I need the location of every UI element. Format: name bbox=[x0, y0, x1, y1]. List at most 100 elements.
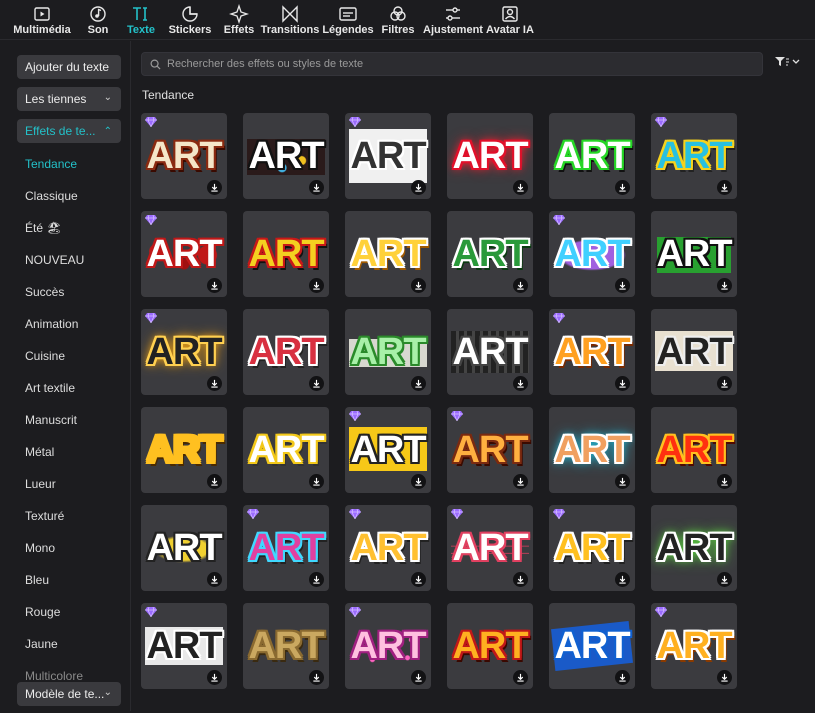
download-button[interactable] bbox=[411, 278, 426, 293]
download-button[interactable] bbox=[513, 670, 528, 685]
category-item[interactable]: Été 🏖 bbox=[25, 221, 62, 235]
text-effect-card[interactable]: ART bbox=[141, 309, 227, 395]
download-button[interactable] bbox=[207, 180, 222, 195]
category-item[interactable]: Multicolore bbox=[25, 669, 83, 683]
text-effect-card[interactable]: ART bbox=[345, 407, 431, 493]
category-item[interactable]: NOUVEAU bbox=[25, 253, 84, 267]
download-button[interactable] bbox=[513, 278, 528, 293]
text-effect-card[interactable]: ART bbox=[141, 113, 227, 199]
text-template-dropdown[interactable]: Modèle de te... ⌄ bbox=[17, 682, 121, 706]
text-effect-card[interactable]: ART bbox=[345, 309, 431, 395]
download-button[interactable] bbox=[309, 376, 324, 391]
download-button[interactable] bbox=[309, 572, 324, 587]
text-effect-card[interactable]: ART bbox=[447, 603, 533, 689]
text-effect-card[interactable]: ART bbox=[549, 211, 635, 297]
category-item[interactable]: Texturé bbox=[25, 509, 64, 523]
text-effect-card[interactable]: ART bbox=[345, 505, 431, 591]
tab-multimédia[interactable]: Multimédia bbox=[8, 0, 76, 40]
download-button[interactable] bbox=[207, 474, 222, 489]
tab-ajustement[interactable]: Ajustement bbox=[420, 0, 486, 40]
add-text-button[interactable]: Ajouter du texte bbox=[17, 55, 121, 79]
category-item[interactable]: Animation bbox=[25, 317, 78, 331]
download-button[interactable] bbox=[411, 572, 426, 587]
text-effect-card[interactable]: ART bbox=[141, 407, 227, 493]
download-button[interactable] bbox=[615, 180, 630, 195]
text-effect-card[interactable]: ART bbox=[141, 505, 227, 591]
download-button[interactable] bbox=[513, 180, 528, 195]
text-effect-card[interactable]: ART bbox=[447, 113, 533, 199]
tab-texte[interactable]: Texte bbox=[120, 0, 162, 40]
search-input[interactable] bbox=[167, 58, 747, 70]
text-effect-card[interactable]: ART bbox=[549, 309, 635, 395]
download-button[interactable] bbox=[717, 670, 732, 685]
download-button[interactable] bbox=[615, 474, 630, 489]
text-effect-card[interactable]: ART bbox=[651, 505, 737, 591]
download-button[interactable] bbox=[207, 376, 222, 391]
category-item[interactable]: Lueur bbox=[25, 477, 56, 491]
text-effect-card[interactable]: ART bbox=[243, 211, 329, 297]
tab-effets[interactable]: Effets bbox=[218, 0, 260, 40]
tab-son[interactable]: Son bbox=[76, 0, 120, 40]
download-button[interactable] bbox=[309, 180, 324, 195]
category-item[interactable]: Mono bbox=[25, 541, 55, 555]
text-effect-card[interactable]: ART bbox=[243, 113, 329, 199]
download-button[interactable] bbox=[717, 474, 732, 489]
category-item[interactable]: Cuisine bbox=[25, 349, 65, 363]
text-effect-card[interactable]: ART bbox=[549, 113, 635, 199]
text-effect-card[interactable]: ART bbox=[345, 211, 431, 297]
download-button[interactable] bbox=[207, 572, 222, 587]
download-button[interactable] bbox=[207, 278, 222, 293]
download-button[interactable] bbox=[513, 572, 528, 587]
text-effect-card[interactable]: ART bbox=[651, 211, 737, 297]
tab-légendes[interactable]: Légendes bbox=[320, 0, 376, 40]
search-bar[interactable] bbox=[141, 52, 763, 76]
category-item[interactable]: Classique bbox=[25, 189, 78, 203]
category-item[interactable]: Manuscrit bbox=[25, 413, 77, 427]
text-effect-card[interactable]: ART bbox=[549, 407, 635, 493]
tab-stickers[interactable]: Stickers bbox=[162, 0, 218, 40]
text-effect-card[interactable]: ART bbox=[651, 603, 737, 689]
text-effect-card[interactable]: ART bbox=[345, 603, 431, 689]
category-item[interactable]: Succès bbox=[25, 285, 64, 299]
download-button[interactable] bbox=[615, 376, 630, 391]
text-effect-card[interactable]: ART bbox=[447, 211, 533, 297]
tab-filtres[interactable]: Filtres bbox=[376, 0, 420, 40]
text-effect-card[interactable]: ART bbox=[243, 407, 329, 493]
text-effect-card[interactable]: ART bbox=[651, 407, 737, 493]
category-item[interactable]: Bleu bbox=[25, 573, 49, 587]
text-effects-dropdown[interactable]: Effets de te... ⌃ bbox=[17, 119, 121, 143]
text-effect-card[interactable]: ART bbox=[243, 603, 329, 689]
download-button[interactable] bbox=[717, 376, 732, 391]
category-item[interactable]: Art textile bbox=[25, 381, 75, 395]
download-button[interactable] bbox=[717, 180, 732, 195]
tab-transitions[interactable]: Transitions bbox=[260, 0, 320, 40]
text-effect-card[interactable]: ART bbox=[651, 309, 737, 395]
text-effect-card[interactable]: ART bbox=[243, 505, 329, 591]
tab-avatar-ia[interactable]: Avatar IA bbox=[486, 0, 534, 40]
download-button[interactable] bbox=[309, 670, 324, 685]
text-effect-card[interactable]: ART bbox=[651, 113, 737, 199]
download-button[interactable] bbox=[309, 474, 324, 489]
download-button[interactable] bbox=[411, 180, 426, 195]
text-effect-card[interactable]: ART bbox=[243, 309, 329, 395]
text-effect-card[interactable]: ART bbox=[447, 505, 533, 591]
category-item[interactable]: Tendance bbox=[25, 157, 77, 171]
download-button[interactable] bbox=[615, 572, 630, 587]
text-effect-card[interactable]: ART bbox=[141, 603, 227, 689]
download-button[interactable] bbox=[513, 474, 528, 489]
text-effect-card[interactable]: ART bbox=[549, 603, 635, 689]
download-button[interactable] bbox=[411, 670, 426, 685]
download-button[interactable] bbox=[513, 376, 528, 391]
download-button[interactable] bbox=[615, 278, 630, 293]
category-item[interactable]: Rouge bbox=[25, 605, 60, 619]
download-button[interactable] bbox=[717, 278, 732, 293]
text-effect-card[interactable]: ART bbox=[345, 113, 431, 199]
category-item[interactable]: Métal bbox=[25, 445, 54, 459]
download-button[interactable] bbox=[411, 474, 426, 489]
text-effect-card[interactable]: ART bbox=[141, 211, 227, 297]
filter-button[interactable] bbox=[775, 57, 800, 67]
download-button[interactable] bbox=[717, 572, 732, 587]
download-button[interactable] bbox=[207, 670, 222, 685]
text-effect-card[interactable]: ART bbox=[447, 309, 533, 395]
download-button[interactable] bbox=[309, 278, 324, 293]
